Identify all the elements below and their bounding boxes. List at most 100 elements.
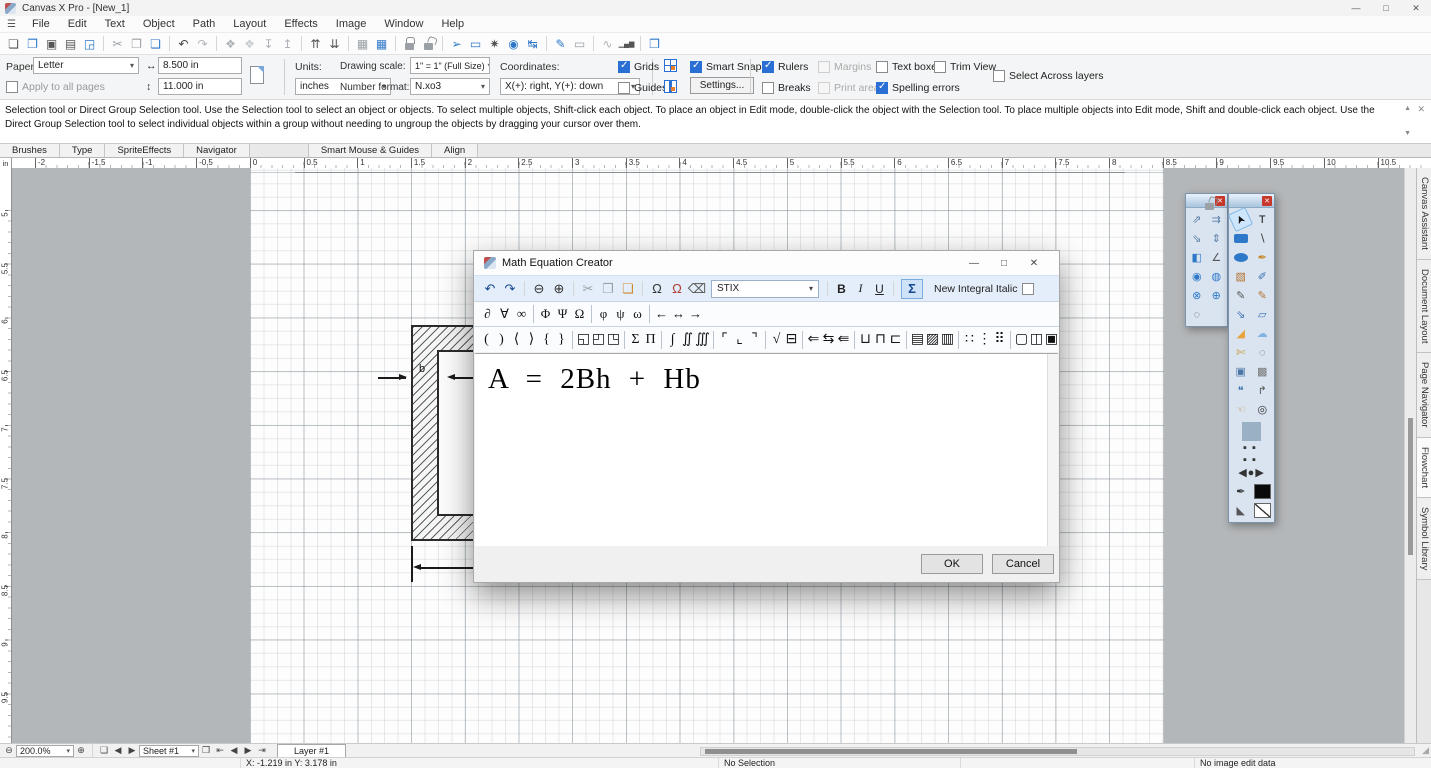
eq-cut-icon[interactable]: ✂ <box>578 279 598 299</box>
sym-forall[interactable]: ∀ <box>496 303 513 325</box>
dim-center-tool[interactable]: ⊕ <box>1207 286 1226 305</box>
text-tool[interactable]: T <box>1253 210 1272 229</box>
tpl-pi[interactable]: Π <box>643 329 658 351</box>
number-format-select[interactable]: N.xo3 <box>410 78 490 95</box>
shape-edit-tool[interactable]: ▱ <box>1253 305 1272 324</box>
menu-help[interactable]: Help <box>432 17 473 31</box>
paper-height-input[interactable]: 11.000 in <box>158 78 242 95</box>
eq-symbol-icon[interactable]: Ω <box>647 279 667 299</box>
tpl-corner-top-right[interactable]: ⌝ <box>747 329 762 351</box>
tpl-arrow-over[interactable]: ⇐ <box>806 329 821 351</box>
info-close-icon[interactable]: ✕ <box>1417 103 1425 116</box>
margins-checkbox[interactable]: Margins <box>818 60 871 74</box>
tpl-corner-bottom-left[interactable]: ⌞ <box>732 329 747 351</box>
eq-symbol-special-icon[interactable]: Ω <box>667 279 687 299</box>
grid-settings-icon[interactable] <box>664 59 677 72</box>
ungroup-icon[interactable]: ❖ <box>240 35 259 53</box>
page-orientation-icon[interactable] <box>250 66 264 84</box>
cube-3d-icon[interactable]: ❒ <box>645 35 664 53</box>
save-icon[interactable]: ▣ <box>42 35 61 53</box>
knife-tool[interactable]: ✄ <box>1231 343 1250 362</box>
stroke-ink-icon[interactable]: ✒ <box>1231 482 1250 501</box>
open-document-icon[interactable]: ❐ <box>23 35 42 53</box>
highlighter-tool[interactable]: ◢ <box>1231 324 1250 343</box>
next-sheet-button[interactable]: ▶ <box>125 745 139 757</box>
tpl-integral-double[interactable]: ∬ <box>680 329 695 351</box>
italic-button[interactable]: I <box>851 279 870 298</box>
paste-icon[interactable]: ❏ <box>146 35 165 53</box>
tpl-corner-top-left[interactable]: ⌜ <box>717 329 732 351</box>
resize-grip-icon[interactable]: ◢ <box>1422 745 1429 756</box>
sym-phi-upper[interactable]: Φ <box>537 303 554 325</box>
ellipse-tool[interactable] <box>1231 248 1250 267</box>
sprite-effects-icon[interactable]: ∿ <box>598 35 617 53</box>
tpl-overbracket[interactable]: ◱ <box>576 329 591 351</box>
tpl-matrix-custom[interactable]: ▣ <box>1044 329 1059 351</box>
select-across-layers-checkbox[interactable]: Select Across layers <box>993 69 1104 83</box>
rulers-checkbox[interactable]: Rulers <box>762 60 808 74</box>
speech-balloon-tool[interactable]: ❝ <box>1231 381 1250 400</box>
layer-tab[interactable]: Layer #1 <box>277 744 346 757</box>
info-scroll-up-icon[interactable]: ▲ <box>1404 104 1411 114</box>
tpl-box-vertical[interactable]: ▥ <box>940 329 955 351</box>
tab-canvas-assistant[interactable]: Canvas Assistant <box>1417 168 1431 260</box>
tpl-fraction[interactable]: ⊟ <box>784 329 799 351</box>
eyedropper-plus-tool[interactable]: ✎ <box>1253 286 1272 305</box>
breaks-checkbox[interactable]: Breaks <box>762 81 811 95</box>
fill-bucket-icon[interactable]: ◣ <box>1231 501 1250 520</box>
tpl-paren-right[interactable]: ) <box>494 329 509 351</box>
smart-snaps-checkbox-box[interactable] <box>690 61 702 73</box>
eq-delete-icon[interactable]: ⌫ <box>687 279 707 299</box>
tpl-box-over[interactable]: ⊓ <box>873 329 888 351</box>
sym-partial[interactable]: ∂ <box>479 303 496 325</box>
dimensioning-tool[interactable]: ⇘ <box>1231 305 1250 324</box>
marquee-tool[interactable]: ▧ <box>1231 267 1250 286</box>
eq-redo-icon[interactable]: ↷ <box>500 279 520 299</box>
snap-settings-button[interactable]: Settings... <box>690 77 754 94</box>
tpl-paren-left[interactable]: ( <box>479 329 494 351</box>
underline-button[interactable]: U <box>870 279 889 298</box>
stroke-color-swatch[interactable] <box>1253 482 1272 501</box>
sym-psi-lower[interactable]: ψ <box>612 303 629 325</box>
tpl-sigma[interactable]: Σ <box>628 329 643 351</box>
menu-window[interactable]: Window <box>375 17 432 31</box>
tpl-overbar[interactable]: ◰ <box>591 329 606 351</box>
sym-infinity[interactable]: ∞ <box>513 303 530 325</box>
smart-snap-options-icon[interactable]: ◉ <box>504 35 523 53</box>
drawing-scale-select[interactable]: 1" = 1" (Full Size) <box>410 57 490 74</box>
close-button[interactable]: ✕ <box>1401 0 1431 16</box>
trim-view-checkbox-box[interactable] <box>934 61 946 73</box>
fill-color-swatch[interactable] <box>1253 501 1272 520</box>
eq-copy-icon[interactable]: ❐ <box>598 279 618 299</box>
equation-scrollbar[interactable] <box>1047 354 1058 546</box>
dim-linear-tool[interactable]: ⇗ <box>1187 210 1206 229</box>
tpl-overarrow[interactable]: ◳ <box>606 329 621 351</box>
dialog-title-bar[interactable]: Math Equation Creator — □ ✕ <box>474 251 1059 275</box>
redo-icon[interactable]: ↷ <box>193 35 212 53</box>
tpl-box-filled[interactable]: ▤ <box>910 329 925 351</box>
tab-navigator[interactable]: Navigator <box>184 144 250 157</box>
menu-image[interactable]: Image <box>327 17 376 31</box>
breaks-checkbox-box[interactable] <box>762 82 774 94</box>
tpl-matrix-3x3[interactable]: ◫ <box>1029 329 1044 351</box>
group-icon[interactable]: ❖ <box>221 35 240 53</box>
apply-all-pages-checkbox[interactable]: Apply to all pages <box>6 80 105 94</box>
eraser-tool[interactable]: ☁ <box>1253 324 1272 343</box>
tab-type[interactable]: Type <box>60 144 106 157</box>
sym-phi-lower[interactable]: φ <box>595 303 612 325</box>
print-icon[interactable]: ▤ <box>61 35 80 53</box>
hamburger-icon[interactable]: ☰ <box>0 19 23 30</box>
dim-area-tool[interactable]: ◧ <box>1187 248 1206 267</box>
snap-options-icon[interactable]: ✷ <box>485 35 504 53</box>
tab-symbol-library[interactable]: Symbol Library <box>1417 498 1431 580</box>
sigma-style-button[interactable]: Σ <box>901 279 923 299</box>
eq-paste-icon[interactable]: ❏ <box>618 279 638 299</box>
cancel-button[interactable]: Cancel <box>992 554 1054 574</box>
dim-radius-tool[interactable]: ◉ <box>1187 267 1206 286</box>
guides-checkbox[interactable]: Guides <box>618 81 667 95</box>
stamp-tool[interactable]: ▣ <box>1231 362 1250 381</box>
bold-button[interactable]: B <box>832 279 851 298</box>
smart-guides-options-icon[interactable]: ↹ <box>523 35 542 53</box>
zoom-out-button[interactable]: ⊖ <box>2 745 16 757</box>
dim-cross-tool[interactable]: ⊗ <box>1187 286 1206 305</box>
